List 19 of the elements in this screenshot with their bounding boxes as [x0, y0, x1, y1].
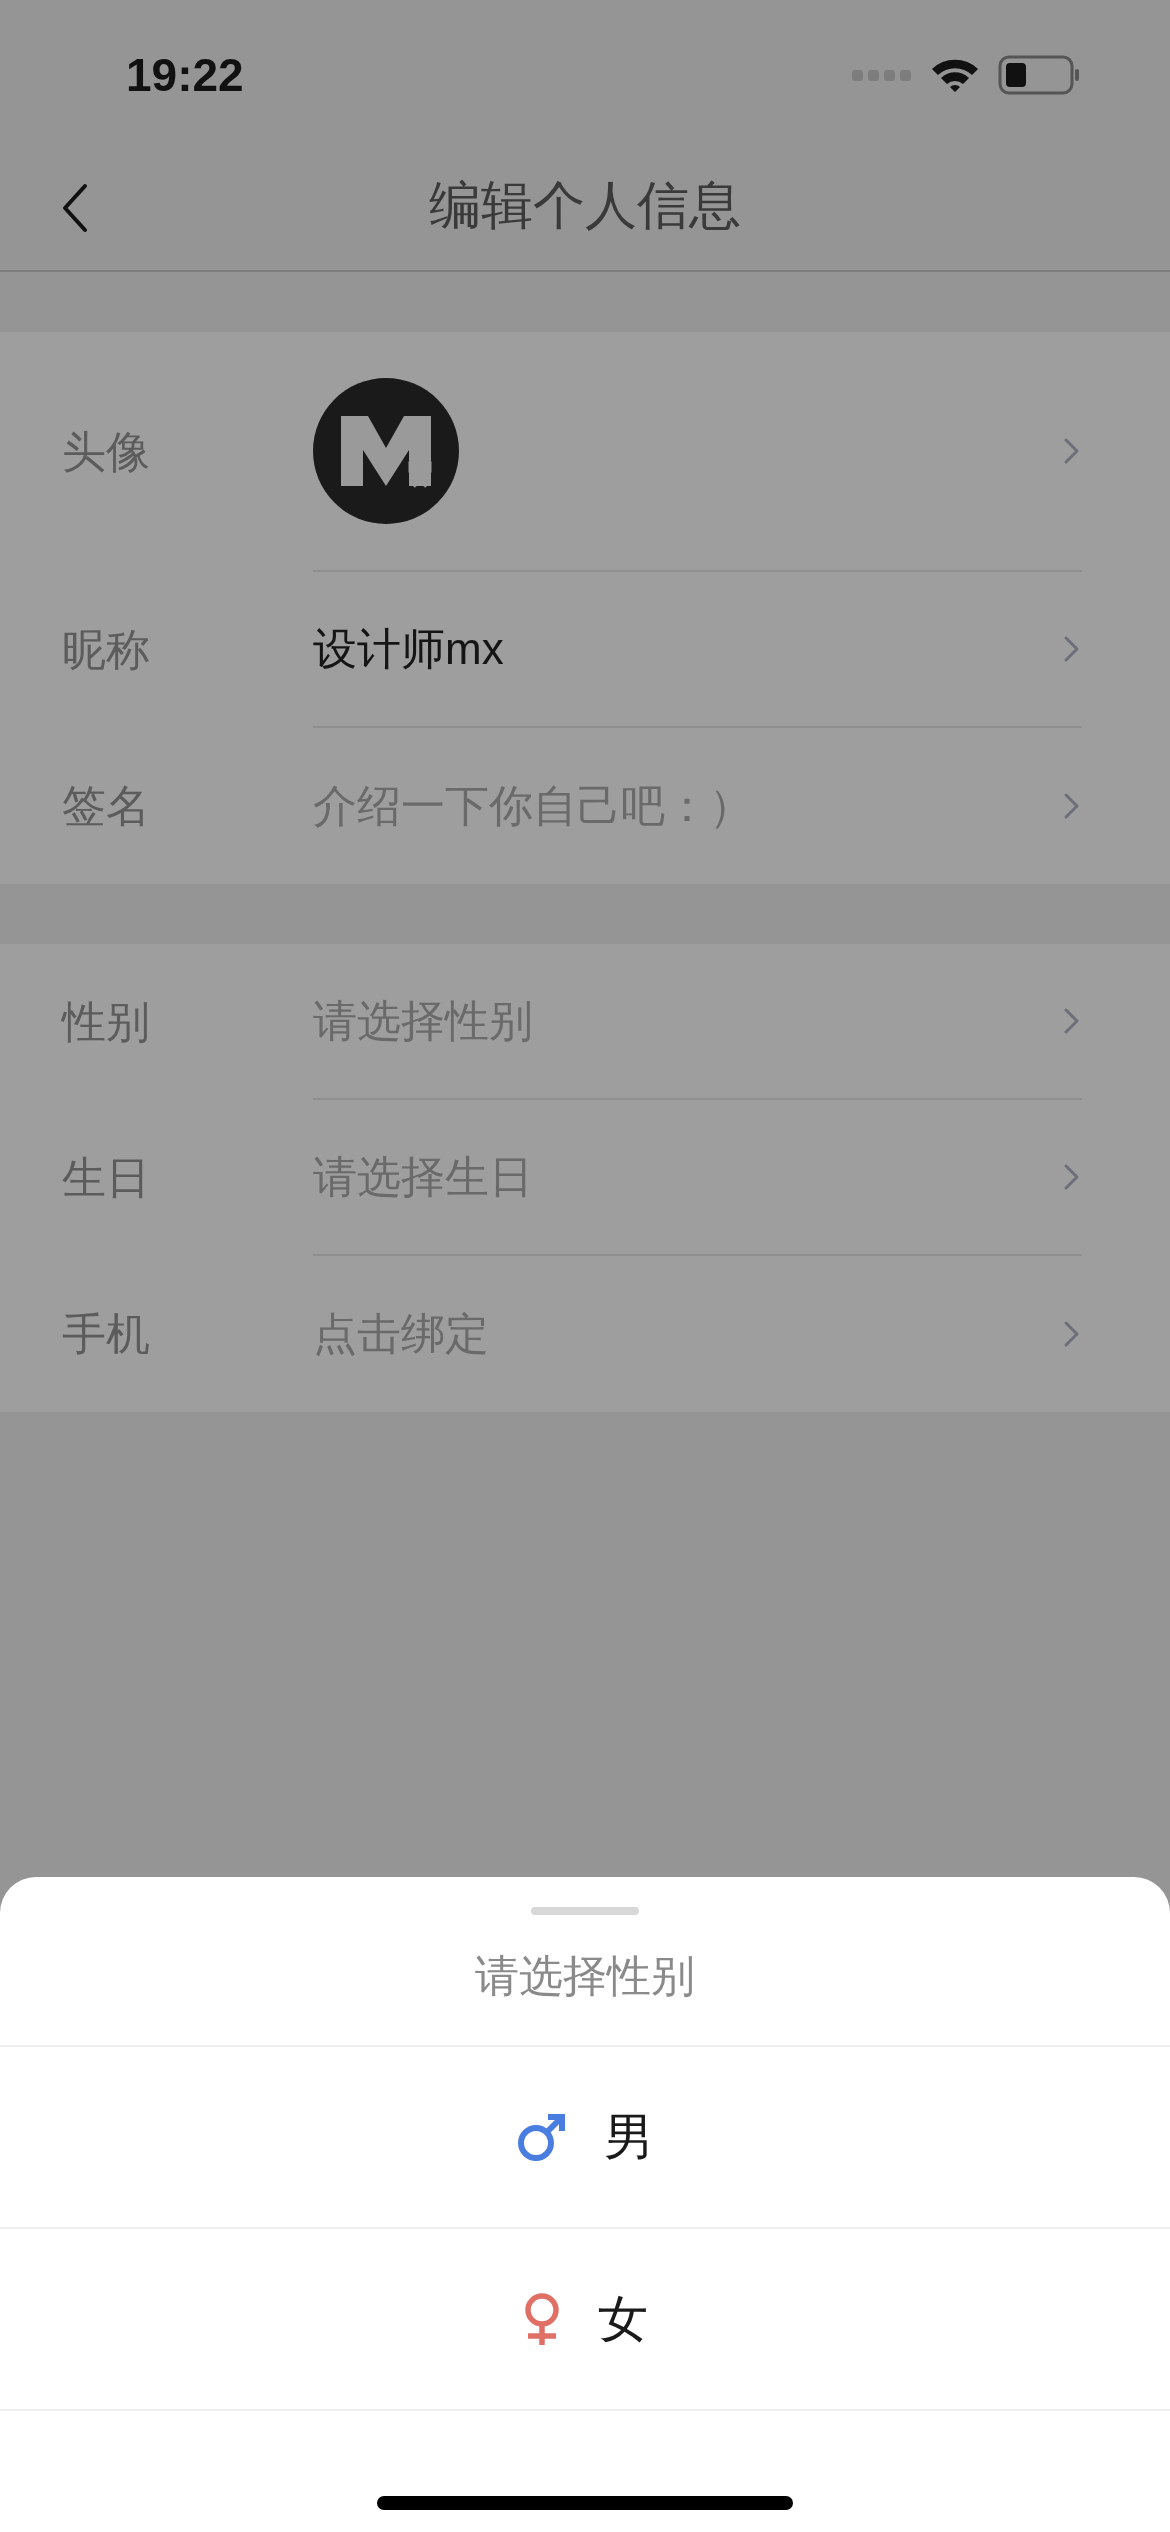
- male-symbol-icon: [516, 2111, 568, 2163]
- signal-icon: [852, 68, 912, 82]
- row-label: 手机: [62, 1308, 151, 1360]
- status-time: 19:22: [126, 47, 244, 103]
- row-value: 设计师mx: [313, 623, 504, 675]
- settings-row[interactable]: 头像: [0, 332, 1170, 572]
- row-label: 签名: [62, 780, 151, 832]
- page-title: 编辑个人信息: [429, 175, 741, 236]
- settings-row[interactable]: 昵称 设计师mx: [0, 572, 1170, 728]
- row-label: 昵称: [62, 624, 151, 676]
- gender-option[interactable]: 女: [0, 2229, 1170, 2411]
- row-label: 头像: [62, 426, 151, 478]
- gender-option[interactable]: 男: [0, 2047, 1170, 2229]
- battery-icon: [998, 55, 1080, 95]
- row-label: 性别: [62, 996, 151, 1048]
- row-label: 生日: [62, 1152, 151, 1204]
- sheet-handle[interactable]: [531, 1907, 639, 1915]
- female-symbol-icon: [522, 2292, 562, 2346]
- sheet-title: 请选择性别: [475, 1950, 695, 2002]
